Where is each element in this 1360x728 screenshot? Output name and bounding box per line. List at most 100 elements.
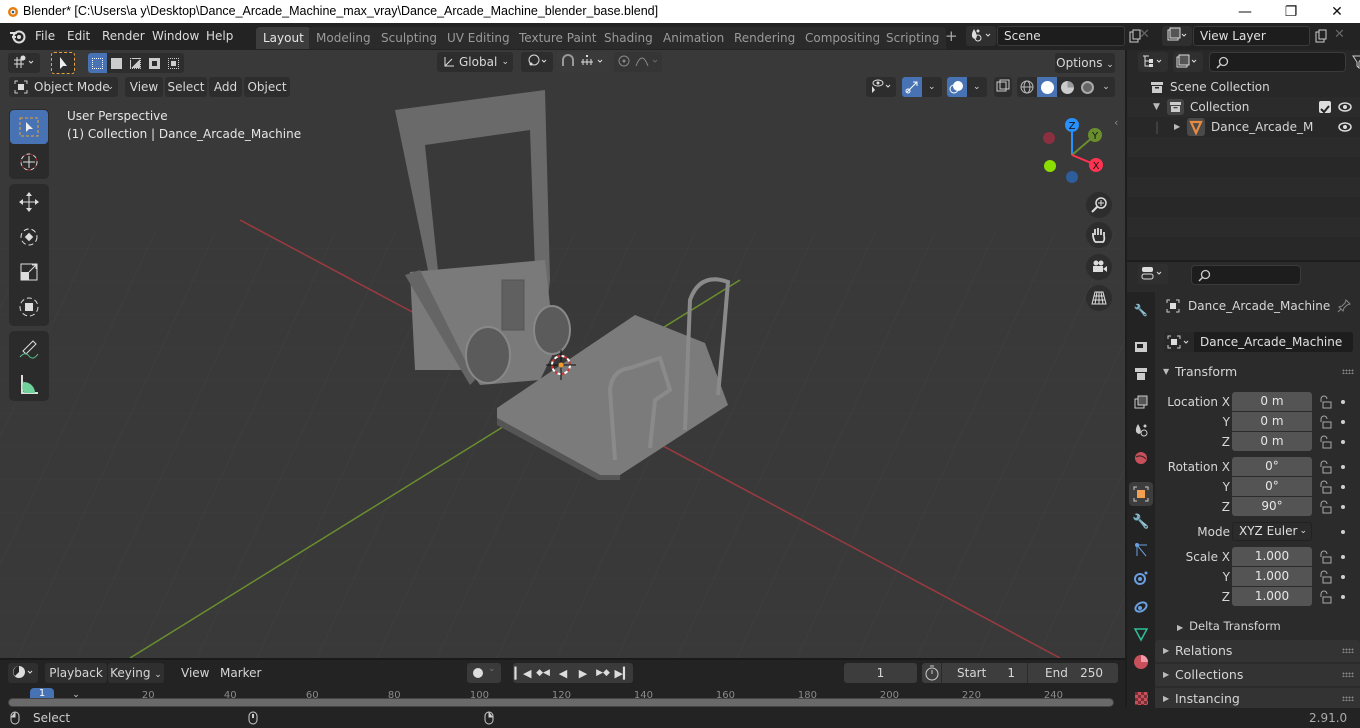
menu-help[interactable]: Help	[206, 29, 233, 43]
shading-options-dropdown[interactable]: ⌄	[1097, 77, 1115, 97]
xray-toggle[interactable]	[994, 77, 1012, 97]
lock-open-icon[interactable]	[1319, 550, 1333, 564]
timeline-scrollbar[interactable]	[8, 698, 1114, 707]
scale-z-field[interactable]: 1.000	[1232, 587, 1312, 606]
select-invert-button[interactable]	[145, 53, 164, 73]
keyframe-dot[interactable]	[1341, 440, 1345, 444]
object-menu[interactable]: Object	[244, 77, 290, 97]
end-frame-field[interactable]: End 250	[1029, 663, 1118, 683]
keyframe-dot[interactable]	[1341, 485, 1345, 489]
snap-toggle-group[interactable]	[557, 52, 609, 72]
delta-transform-subpanel[interactable]: ▶ Delta Transform	[1177, 619, 1281, 633]
drag-grip-icon[interactable]	[1342, 648, 1354, 653]
select-menu[interactable]: Select	[165, 77, 207, 97]
properties-editor-type-button[interactable]	[1138, 264, 1168, 284]
select-extend-button[interactable]	[107, 53, 126, 73]
instancing-panel-header[interactable]: ▶ Instancing	[1155, 688, 1360, 710]
keying-menu[interactable]: Keying ⌄	[108, 663, 164, 683]
overlay-toggle[interactable]	[947, 77, 967, 97]
tab-shading[interactable]: Shading	[597, 27, 660, 49]
jump-end-button[interactable]: ▶▎	[613, 663, 633, 683]
lock-open-icon[interactable]	[1319, 435, 1333, 449]
transform-orientation-dropdown[interactable]: Global ⌄	[437, 52, 513, 72]
scale-y-field[interactable]: 1.000	[1232, 567, 1312, 586]
drag-grip-icon[interactable]	[1342, 369, 1354, 374]
tab-uv-editing[interactable]: UV Editing	[440, 27, 517, 49]
proportional-edit-group[interactable]	[614, 52, 662, 72]
keyframe-dot[interactable]	[1341, 465, 1345, 469]
view-layer-name-field[interactable]: View Layer	[1193, 26, 1310, 46]
tool-scale[interactable]	[10, 255, 48, 289]
menu-render[interactable]: Render	[102, 29, 145, 43]
lock-open-icon[interactable]	[1319, 590, 1333, 604]
eye-icon[interactable]	[1338, 121, 1352, 133]
collections-panel-header[interactable]: ▶ Collections	[1155, 664, 1360, 686]
sidebar-toggle-icon[interactable]: ‹	[1114, 116, 1118, 129]
tab-scripting[interactable]: Scripting	[879, 27, 947, 49]
keyframe-dot[interactable]	[1341, 595, 1345, 599]
tab-modeling[interactable]: Modeling	[309, 27, 378, 49]
tab-constraints[interactable]	[1129, 594, 1153, 618]
gizmo-neg-z-icon[interactable]	[1066, 171, 1078, 183]
minimize-button[interactable]: —	[1222, 0, 1268, 23]
tool-rotate[interactable]	[10, 220, 48, 254]
outliner-search-input[interactable]	[1209, 52, 1346, 72]
tab-scene[interactable]	[1129, 418, 1153, 442]
rotation-y-field[interactable]: 0°	[1232, 477, 1312, 496]
expand-arrow-icon[interactable]: ▼	[1153, 97, 1160, 117]
keyframe-dot[interactable]	[1341, 555, 1345, 559]
menu-file[interactable]: File	[35, 29, 55, 43]
display-mode-button[interactable]	[1173, 52, 1203, 72]
tab-world[interactable]	[1129, 446, 1153, 470]
tab-modifiers[interactable]: 🔧	[1129, 510, 1153, 534]
expand-arrow-icon[interactable]: ▶	[1174, 117, 1180, 137]
tool-transform[interactable]	[10, 290, 48, 324]
relations-panel-header[interactable]: ▶ Relations	[1155, 640, 1360, 662]
solid-shading-button[interactable]	[1037, 77, 1057, 97]
select-mode-tool-button[interactable]	[51, 52, 75, 74]
gizmo-neg-y-icon[interactable]	[1044, 160, 1056, 172]
tab-physics[interactable]	[1129, 566, 1153, 590]
navigation-gizmo[interactable]: Z Y X	[1035, 115, 1110, 185]
wireframe-shading-button[interactable]	[1017, 77, 1037, 97]
menu-window[interactable]: Window	[152, 29, 199, 43]
start-frame-field[interactable]: Start 1	[943, 663, 1028, 683]
material-preview-button[interactable]	[1057, 77, 1077, 97]
eye-icon[interactable]	[1338, 101, 1352, 113]
zoom-view-button[interactable]	[1086, 192, 1112, 218]
lock-open-icon[interactable]	[1319, 500, 1333, 514]
tool-cursor[interactable]	[10, 145, 48, 179]
new-view-layer-icon[interactable]	[1314, 29, 1328, 43]
tool-measure[interactable]	[10, 367, 48, 401]
select-intersect-button[interactable]	[164, 53, 183, 73]
delete-view-layer-icon[interactable]: ✕	[1334, 27, 1345, 42]
object-name-input[interactable]: Dance_Arcade_Machine	[1200, 335, 1342, 349]
keyframe-dot[interactable]	[1341, 530, 1345, 534]
properties-search-input[interactable]	[1191, 265, 1301, 285]
pivot-point-dropdown[interactable]	[521, 52, 553, 72]
maximize-button[interactable]: ❐	[1268, 0, 1314, 23]
object-datablock-field[interactable]: Dance_Arcade_Machine	[1164, 332, 1353, 352]
tab-material[interactable]	[1129, 650, 1153, 674]
lock-open-icon[interactable]	[1319, 415, 1333, 429]
gizmo-neg-x-icon[interactable]	[1043, 132, 1055, 144]
location-x-field[interactable]: 0 m	[1232, 392, 1312, 411]
mode-dropdown[interactable]: Object Mode ⌄	[9, 77, 118, 97]
prev-keyframe-button[interactable]: ◆◀	[533, 663, 553, 683]
auto-keying-toggle[interactable]: ⌄	[467, 663, 501, 683]
tool-select-box[interactable]	[10, 110, 48, 144]
tab-tool[interactable]: 🔧	[1129, 298, 1153, 322]
add-workspace-button[interactable]: +	[945, 27, 958, 45]
camera-view-button[interactable]	[1086, 254, 1112, 280]
3d-viewport[interactable]: Global ⌄ Options ⌄ Object Mode ⌄ View Se…	[0, 50, 1125, 658]
keyframe-dot[interactable]	[1341, 575, 1345, 579]
play-reverse-button[interactable]: ◀	[553, 663, 573, 683]
select-subtract-button[interactable]	[126, 53, 145, 73]
pin-icon[interactable]	[1337, 299, 1351, 313]
outliner-row-object[interactable]: | ▶ Dance_Arcade_Mach	[1127, 117, 1360, 137]
marker-menu[interactable]: Marker	[220, 666, 261, 680]
tab-layout[interactable]: Layout	[256, 27, 311, 49]
filter-icon[interactable]	[1352, 55, 1360, 69]
drag-grip-icon[interactable]	[1342, 696, 1354, 701]
collection-exclude-checkbox[interactable]	[1319, 101, 1331, 114]
